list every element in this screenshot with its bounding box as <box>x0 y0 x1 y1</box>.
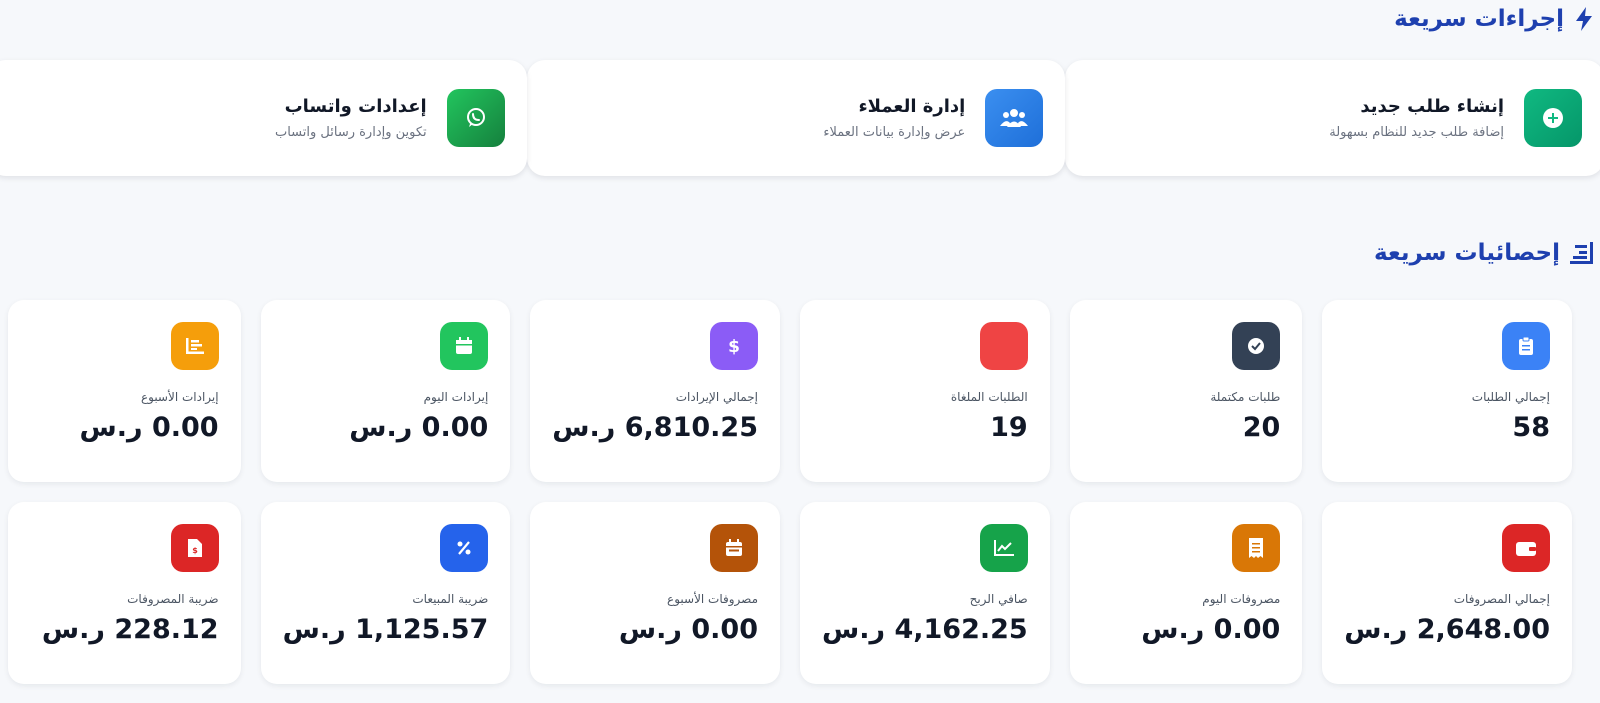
receipt-icon <box>1232 524 1281 572</box>
stat-label: الطلبات الملغاة <box>950 390 1028 404</box>
stat-card-total-orders[interactable]: إجمالي الطلبات 58 <box>1322 300 1572 482</box>
stat-card-expense-tax[interactable]: $ ضريبة المصروفات 228.12 ر.س <box>8 502 241 684</box>
stat-card-total-revenue[interactable]: $ إجمالي الإيرادات 6,810.25 ر.س <box>530 300 780 482</box>
svg-text:$: $ <box>728 337 740 357</box>
action-description: عرض وإدارة بيانات العملاء <box>823 125 966 140</box>
file-invoice-dollar-icon: $ <box>170 524 219 572</box>
action-new-order[interactable]: إنشاء طلب جديد إضافة طلب جديد للنظام بسه… <box>1065 60 1600 176</box>
stat-label: إجمالي المصروفات <box>1453 592 1550 606</box>
clipboard-list-icon <box>1502 322 1550 370</box>
quick-actions-title-text: إجراءات سريعة <box>1394 6 1564 32</box>
action-title: إنشاء طلب جديد <box>1360 96 1504 117</box>
stat-label: صافي الربح <box>969 592 1028 606</box>
stat-card-net-profit[interactable]: صافي الربح 4,162.25 ر.س <box>800 502 1050 684</box>
users-icon <box>985 89 1044 147</box>
stat-value: 1,125.57 ر.س <box>282 614 489 645</box>
stat-value: 2,648.00 ر.س <box>1344 614 1550 645</box>
stat-label: إيرادات اليوم <box>423 390 489 404</box>
percent-icon <box>440 524 489 572</box>
chart-line-icon <box>979 524 1028 572</box>
cancel-icon <box>979 322 1028 370</box>
stat-label: إيرادات الأسبوع <box>140 390 219 404</box>
stat-card-total-expenses[interactable]: إجمالي المصروفات 2,648.00 ر.س <box>1322 502 1572 684</box>
stat-label: إجمالي الطلبات <box>1471 390 1550 404</box>
bolt-icon <box>1576 7 1592 31</box>
chart-bar-icon <box>170 322 219 370</box>
stats-title: إحصائيات سريعة <box>1374 240 1594 266</box>
stat-value: 0.00 ر.س <box>349 412 489 443</box>
stat-value: 0.00 ر.س <box>618 614 758 645</box>
plus-circle-icon <box>1524 89 1582 147</box>
stat-value: 228.12 ر.س <box>41 614 219 645</box>
quick-actions-list: إنشاء طلب جديد إضافة طلب جديد للنظام بسه… <box>0 60 1600 176</box>
stat-card-completed-orders[interactable]: طلبات مكتملة 20 <box>1069 300 1303 482</box>
action-description: تكوين وإدارة رسائل واتساب <box>274 125 427 140</box>
stat-card-today-expenses[interactable]: مصروفات اليوم 0.00 ر.س <box>1069 502 1303 684</box>
stat-card-sales-tax[interactable]: ضريبة المبيعات 1,125.57 ر.س <box>260 502 511 684</box>
stat-card-week-revenue[interactable]: إيرادات الأسبوع 0.00 ر.س <box>8 300 241 482</box>
whatsapp-icon <box>446 89 505 147</box>
calendar-icon <box>440 322 489 370</box>
stat-card-week-expenses[interactable]: مصروفات الأسبوع 0.00 ر.س <box>530 502 780 684</box>
stat-label: طلبات مكتملة <box>1210 390 1281 404</box>
check-circle-icon <box>1232 322 1281 370</box>
dollar-icon: $ <box>710 322 758 370</box>
stat-label: إجمالي الإيرادات <box>675 390 758 404</box>
calendar-week-icon <box>710 524 758 572</box>
action-title: إعدادات واتساب <box>284 96 427 117</box>
action-manage-customers[interactable]: إدارة العملاء عرض وإدارة بيانات العملاء <box>526 60 1066 176</box>
stat-value: 0.00 ر.س <box>79 412 219 443</box>
action-title: إدارة العملاء <box>858 96 966 117</box>
stat-label: مصروفات اليوم <box>1202 592 1281 606</box>
quick-actions-title: إجراءات سريعة <box>1394 6 1594 32</box>
stat-value: 19 <box>990 412 1028 443</box>
stat-card-cancelled-orders[interactable]: الطلبات الملغاة 19 <box>800 300 1050 482</box>
wallet-icon <box>1502 524 1550 572</box>
stat-label: مصروفات الأسبوع <box>667 592 758 606</box>
action-description: إضافة طلب جديد للنظام بسهولة <box>1329 125 1504 140</box>
stats-grid: إجمالي الطلبات 58 طلبات مكتملة 20 الطلبا… <box>8 300 1572 684</box>
stat-value: 20 <box>1242 412 1281 443</box>
stat-value: 6,810.25 ر.س <box>552 412 758 443</box>
stat-value: 0.00 ر.س <box>1141 614 1281 645</box>
stat-label: ضريبة المصروفات <box>127 592 219 606</box>
stat-value: 58 <box>1512 412 1550 443</box>
stat-card-today-revenue[interactable]: إيرادات اليوم 0.00 ر.س <box>260 300 511 482</box>
action-whatsapp-settings[interactable]: إعدادات واتساب تكوين وإدارة رسائل واتساب <box>0 60 527 176</box>
stat-value: 4,162.25 ر.س <box>822 614 1028 645</box>
chart-bar-icon <box>1570 242 1593 264</box>
svg-text:$: $ <box>192 546 198 555</box>
stats-title-text: إحصائيات سريعة <box>1373 240 1560 266</box>
stat-label: ضريبة المبيعات <box>412 592 489 606</box>
